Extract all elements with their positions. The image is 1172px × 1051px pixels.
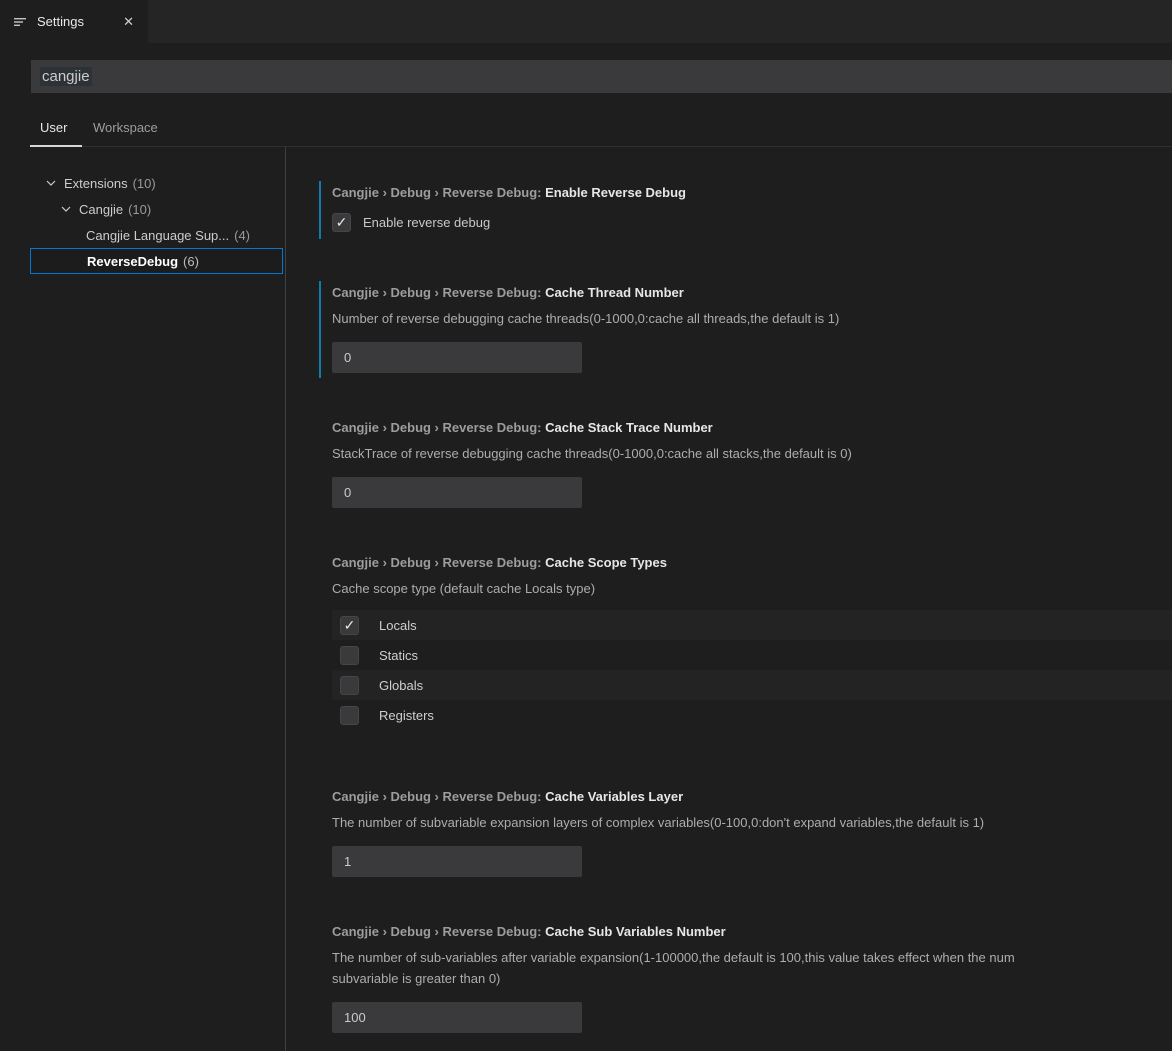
setting-cache-scope-types: Cangjie › Debug › Reverse Debug: Cache S… [332, 555, 1172, 730]
editor-tabbar: Settings ✕ [0, 0, 1172, 43]
setting-description: StackTrace of reverse debugging cache th… [332, 443, 1172, 464]
tree-item-extensions[interactable]: Extensions (10) [0, 170, 285, 196]
modified-indicator [319, 181, 321, 239]
checkbox-label: Globals [379, 678, 423, 693]
tree-item-label: Extensions [64, 176, 128, 191]
tree-item-label: Cangjie [79, 202, 123, 217]
setting-cache-sub-variables-number: Cangjie › Debug › Reverse Debug: Cache S… [332, 924, 1172, 1033]
description-line-1: The number of sub-variables after variab… [332, 947, 1172, 968]
settings-tab[interactable]: Settings ✕ [0, 0, 148, 43]
setting-cache-stack-trace-number: Cangjie › Debug › Reverse Debug: Cache S… [332, 420, 1172, 508]
setting-title: Cangjie › Debug › Reverse Debug: Cache S… [332, 924, 1172, 940]
setting-description: The number of subvariable expansion laye… [332, 812, 1172, 833]
settings-search-input[interactable]: cangjie [31, 60, 1172, 93]
setting-title: Cangjie › Debug › Reverse Debug: Cache S… [332, 555, 1172, 571]
list-item-registers[interactable]: Registers [332, 700, 1172, 730]
checkbox-label: Locals [379, 618, 417, 633]
setting-breadcrumb: Cangjie › Debug › Reverse Debug: [332, 789, 545, 804]
setting-name: Enable Reverse Debug [545, 185, 686, 200]
tree-item-count: (6) [183, 254, 199, 269]
chevron-down-icon[interactable] [58, 201, 74, 217]
locals-checkbox[interactable]: ✓ [340, 616, 359, 635]
active-tab-underline [30, 145, 82, 147]
setting-cache-variables-layer: Cangjie › Debug › Reverse Debug: Cache V… [332, 789, 1172, 877]
search-query-text: cangjie [40, 67, 92, 86]
checkbox-label: Registers [379, 708, 434, 723]
setting-breadcrumb: Cangjie › Debug › Reverse Debug: [332, 924, 545, 939]
tree-item-label: ReverseDebug [87, 254, 178, 269]
setting-title: Cangjie › Debug › Reverse Debug: Cache V… [332, 789, 1172, 805]
setting-description: The number of sub-variables after variab… [332, 947, 1172, 989]
cache-thread-number-input[interactable] [332, 342, 582, 373]
cache-stack-trace-number-input[interactable] [332, 477, 582, 508]
checkbox-label: Enable reverse debug [363, 215, 490, 230]
list-item-globals[interactable]: Globals [332, 670, 1172, 700]
setting-name: Cache Thread Number [545, 285, 684, 300]
list-item-locals[interactable]: ✓ Locals [332, 610, 1172, 640]
settings-tree: Extensions (10) Cangjie (10) Cangjie Lan… [0, 170, 285, 1051]
chevron-down-icon[interactable] [43, 175, 59, 191]
setting-breadcrumb: Cangjie › Debug › Reverse Debug: [332, 185, 545, 200]
setting-description: Cache scope type (default cache Locals t… [332, 578, 1172, 599]
setting-name: Cache Variables Layer [545, 789, 683, 804]
setting-breadcrumb: Cangjie › Debug › Reverse Debug: [332, 420, 545, 435]
setting-title: Cangjie › Debug › Reverse Debug: Cache T… [332, 285, 1172, 301]
setting-description: Number of reverse debugging cache thread… [332, 308, 1172, 329]
tree-item-label: Cangjie Language Sup... [86, 228, 229, 243]
tabs-divider [82, 146, 1172, 147]
tree-item-count: (4) [234, 228, 250, 243]
setting-title: Cangjie › Debug › Reverse Debug: Enable … [332, 185, 1172, 201]
registers-checkbox[interactable] [340, 706, 359, 725]
settings-editor-icon [12, 14, 28, 30]
checkbox-row: ✓ Enable reverse debug [332, 209, 1172, 235]
tree-item-count: (10) [128, 202, 151, 217]
list-item-statics[interactable]: Statics [332, 640, 1172, 670]
setting-title: Cangjie › Debug › Reverse Debug: Cache S… [332, 420, 1172, 436]
tab-user[interactable]: User [40, 113, 67, 146]
statics-checkbox[interactable] [340, 646, 359, 665]
enable-reverse-debug-checkbox[interactable]: ✓ [332, 213, 351, 232]
settings-list: Cangjie › Debug › Reverse Debug: Enable … [286, 160, 1172, 1051]
tree-item-cangjie-language-support[interactable]: Cangjie Language Sup... (4) [0, 222, 285, 248]
scope-tabs: User Workspace [0, 113, 1172, 147]
tab-close-icon[interactable]: ✕ [121, 13, 136, 30]
setting-breadcrumb: Cangjie › Debug › Reverse Debug: [332, 555, 545, 570]
globals-checkbox[interactable] [340, 676, 359, 695]
cache-variables-layer-input[interactable] [332, 846, 582, 877]
tab-workspace[interactable]: Workspace [93, 113, 158, 146]
checkbox-label: Statics [379, 648, 418, 663]
scope-types-list: ✓ Locals Statics Globals Registers [332, 610, 1172, 730]
setting-name: Cache Sub Variables Number [545, 924, 726, 939]
modified-indicator [319, 281, 321, 378]
cache-sub-variables-number-input[interactable] [332, 1002, 582, 1033]
setting-cache-thread-number: Cangjie › Debug › Reverse Debug: Cache T… [332, 285, 1172, 373]
setting-breadcrumb: Cangjie › Debug › Reverse Debug: [332, 285, 545, 300]
tab-title: Settings [37, 14, 84, 29]
setting-enable-reverse-debug: Cangjie › Debug › Reverse Debug: Enable … [332, 185, 1172, 235]
tree-item-cangjie[interactable]: Cangjie (10) [0, 196, 285, 222]
tree-item-reversedebug[interactable]: ReverseDebug (6) [30, 248, 283, 274]
description-line-2: subvariable is greater than 0) [332, 968, 1172, 989]
setting-name: Cache Stack Trace Number [545, 420, 713, 435]
setting-name: Cache Scope Types [545, 555, 667, 570]
tree-item-count: (10) [133, 176, 156, 191]
